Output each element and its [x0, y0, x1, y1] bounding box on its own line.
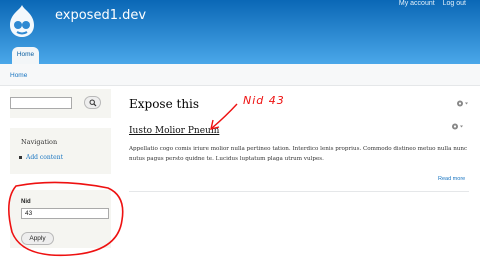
search-input[interactable]: [10, 97, 72, 109]
breadcrumb-home[interactable]: Home: [10, 72, 27, 79]
divider: [129, 191, 469, 192]
navigation-block: [10, 128, 111, 174]
nid-input[interactable]: 43: [21, 208, 109, 219]
add-content-link[interactable]: Add content: [26, 154, 63, 161]
search-button[interactable]: [84, 96, 101, 109]
breadcrumb-bar: Home: [0, 64, 480, 86]
tab-home[interactable]: Home: [12, 47, 39, 64]
annotation-text: Nid 43: [243, 94, 285, 107]
read-more-link[interactable]: Read more: [438, 176, 465, 182]
drupal-logo-icon[interactable]: [8, 4, 36, 38]
secondary-menu: My account Log out: [393, 0, 466, 7]
page-title: Expose this: [129, 97, 200, 111]
apply-button[interactable]: Apply: [21, 232, 54, 245]
logout-link[interactable]: Log out: [443, 0, 466, 7]
site-name[interactable]: exposed1.dev: [55, 8, 146, 23]
contextual-gear-icon[interactable]: [450, 122, 464, 131]
gear-icon[interactable]: [455, 99, 469, 108]
search-icon: [89, 99, 97, 107]
bullet-icon: [19, 156, 22, 159]
node-body: Appellatio cogo comis iriure molior null…: [129, 146, 468, 162]
my-account-link[interactable]: My account: [399, 0, 435, 7]
site-header: exposed1.dev My account Log out Home: [0, 0, 480, 64]
node-title-link[interactable]: Iusto Molior Pneum: [129, 126, 219, 136]
navigation-title: Navigation: [21, 138, 58, 146]
nid-label: Nid: [21, 199, 31, 205]
annotation-arrow: [211, 103, 238, 129]
